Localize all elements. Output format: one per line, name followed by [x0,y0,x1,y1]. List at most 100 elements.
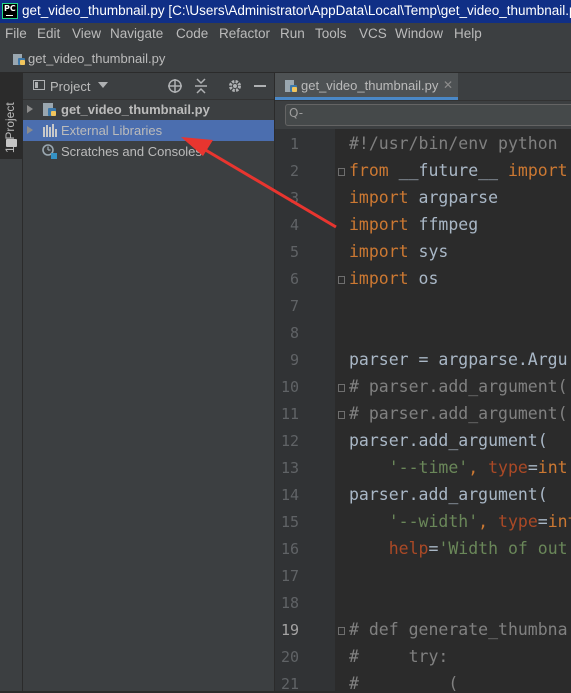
gear-icon[interactable] [227,78,243,94]
menu-vcs[interactable]: VCS [359,26,387,41]
line-number: 8 [289,324,299,342]
menu-navigate[interactable]: Navigate [110,26,163,41]
expand-arrow-icon[interactable] [27,126,33,134]
tool-window-stripe: 1: Project [0,73,23,691]
line-number: 11 [280,405,299,423]
tree-item-external-libraries[interactable]: External Libraries [23,120,274,141]
chevron-down-icon[interactable] [98,82,108,88]
menu-run[interactable]: Run [280,26,305,41]
code-token: int [547,512,571,531]
tree-item-label: get_video_thumbnail.py [61,102,210,117]
editor-tab-label: get_video_thumbnail.py [301,78,439,93]
tree-item-label: Scratches and Consoles [61,144,202,159]
line-number: 10 [280,378,299,396]
menu-file[interactable]: File [5,26,27,41]
code-token: parser = argparse.Argu [349,350,568,369]
fold-marker-icon[interactable] [338,168,345,176]
line-number: 13 [280,459,299,477]
code-token: '--width' [388,512,479,531]
code-line: parser.add_argument( [349,485,548,505]
menu-view[interactable]: View [72,26,101,41]
menu-refactor[interactable]: Refactor [219,26,270,41]
code-line: # ( [349,674,458,691]
menu-window[interactable]: Window [395,26,443,41]
code-line: import ffmpeg [349,215,478,235]
expand-arrow-icon[interactable] [27,105,33,113]
code-line: # parser.add_argument( [349,404,568,424]
navigation-bar: get_video_thumbnail.py [0,45,571,73]
line-number: 5 [289,243,299,261]
editor-tab[interactable]: get_video_thumbnail.py ✕ [275,73,458,100]
python-file-icon [13,54,25,65]
pycharm-app-icon: PC [2,3,18,19]
code-token: help [388,539,429,558]
code-token: argparse [418,188,499,207]
line-number: 6 [289,270,299,288]
line-number: 4 [289,216,299,234]
code-line: # parser.add_argument( [349,377,568,397]
fold-marker-icon[interactable] [338,384,345,392]
code-token: from [349,161,399,180]
code-token: type [498,512,538,531]
hide-panel-icon[interactable] [253,78,267,94]
code-token: import [507,161,568,180]
line-number: 7 [289,297,299,315]
editor-gutter: 1 2 3 4 5 6 7 8 9 10 11 12 13 14 15 16 17 18 19 20 21 [275,129,335,693]
python-file-icon [43,103,56,116]
code-editor[interactable]: #!/usr/bin/env python from __future__ imp… [335,129,571,691]
code-line: '--time', type=int [349,458,568,478]
line-number: 16 [280,540,299,558]
search-icon: Q- [289,106,304,120]
menu-tools[interactable]: Tools [315,26,347,41]
window-title: get_video_thumbnail.py [C:\Users\Adminis… [22,3,571,18]
title-bar: PC get_video_thumbnail.py [C:\Users\Admi… [0,0,571,23]
code-token: import [349,242,419,261]
line-number: 18 [280,594,299,612]
search-input[interactable]: Q- [285,104,571,126]
editor-tab-bar: get_video_thumbnail.py ✕ [275,73,571,101]
code-token: #!/usr/bin/env python [349,134,558,153]
code-token: # try: [349,647,449,666]
code-token: ffmpeg [418,215,479,234]
folder-icon [6,139,17,147]
code-token: # parser.add_argument( [349,404,568,423]
code-token: 'Width of out [438,539,568,558]
code-token: = [428,539,439,558]
code-token: , [468,458,489,477]
menu-edit[interactable]: Edit [37,26,60,41]
line-number: 12 [280,432,299,450]
code-line: import sys [349,242,448,262]
code-line: help='Width of out [349,539,568,559]
code-token: '--time' [388,458,469,477]
line-number: 14 [280,486,299,504]
tree-item-file[interactable]: get_video_thumbnail.py [23,99,274,120]
fold-marker-icon[interactable] [338,627,345,635]
line-number: 20 [280,648,299,666]
close-icon[interactable]: ✕ [443,78,453,92]
menu-code[interactable]: Code [176,26,208,41]
menu-help[interactable]: Help [454,26,482,41]
code-token: os [418,269,439,288]
code-line: '--width', type=int [349,512,571,532]
scroll-from-source-icon[interactable] [167,78,183,94]
project-panel-header: Project [23,73,274,100]
code-line: parser.add_argument( [349,431,548,451]
code-token: # parser.add_argument( [349,377,568,396]
code-token: int [537,458,568,477]
menu-bar: File Edit View Navigate Code Refactor Ru… [0,23,571,45]
code-line: # try: [349,647,448,667]
code-token: parser.add_argument( [349,431,548,450]
fold-marker-icon[interactable] [338,411,345,419]
project-tool-tab[interactable]: 1: Project [0,73,22,159]
line-number: 1 [289,135,299,153]
breadcrumb[interactable]: get_video_thumbnail.py [28,51,165,66]
project-view-selector[interactable]: Project [50,79,90,94]
code-token: = [537,512,548,531]
fold-marker-icon[interactable] [338,276,345,284]
tree-item-scratches[interactable]: Scratches and Consoles [23,141,274,162]
code-token: import [349,188,419,207]
line-number: 9 [289,351,299,369]
project-view-icon [33,80,45,90]
code-line: import os [349,269,438,289]
collapse-all-icon[interactable] [194,78,208,94]
